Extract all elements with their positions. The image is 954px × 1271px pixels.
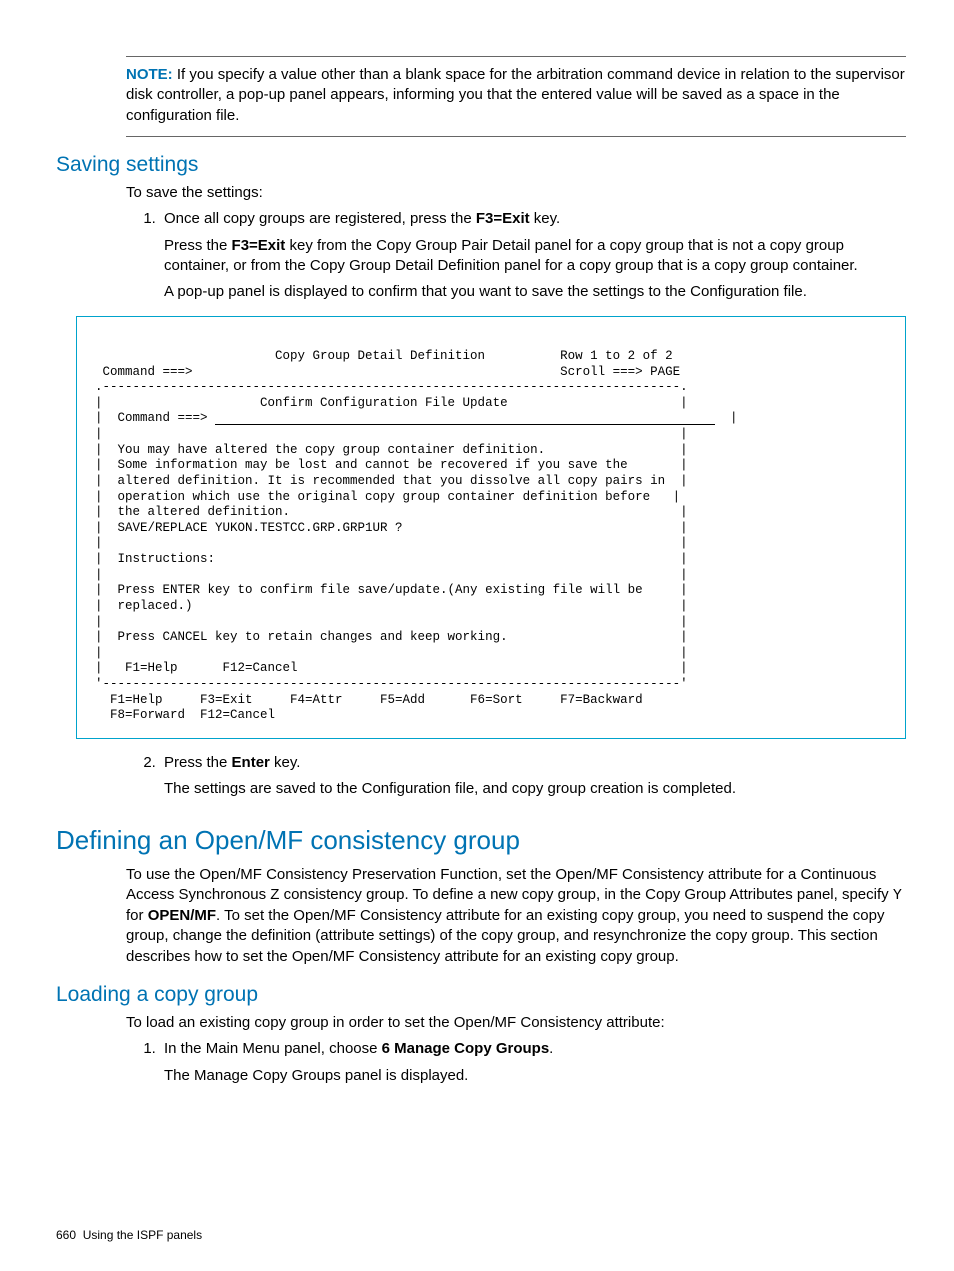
loading-steps-list: In the Main Menu panel, choose 6 Manage …	[126, 1039, 906, 1059]
term-popup-title: | Confirm Configuration File Update |	[95, 396, 688, 410]
note-box: NOTE: If you specify a value other than …	[126, 56, 906, 137]
key-f3-exit: F3=Exit	[232, 237, 286, 254]
note-label: NOTE:	[126, 66, 173, 83]
term-border-top: .---------------------------------------…	[95, 380, 688, 394]
heading-defining-openmf: Defining an Open/MF consistency group	[56, 823, 906, 858]
term-popup-cmd: | Command ===> |	[95, 411, 738, 425]
saving-step2-sub: The settings are saved to the Configurat…	[164, 779, 906, 799]
key-f3-exit: F3=Exit	[476, 210, 530, 227]
terminal-panel: Copy Group Detail Definition Row 1 to 2 …	[76, 316, 906, 739]
heading-saving-settings: Saving settings	[56, 151, 906, 179]
loading-step-1: In the Main Menu panel, choose 6 Manage …	[160, 1039, 906, 1059]
key-enter: Enter	[232, 754, 270, 771]
saving-steps-list: Once all copy groups are registered, pre…	[126, 209, 906, 229]
page-number: 660	[56, 1228, 76, 1242]
saving-step-2: Press the Enter key.	[160, 753, 906, 773]
note-text: If you specify a value other than a blan…	[126, 66, 905, 124]
saving-step1-sub1: Press the F3=Exit key from the Copy Grou…	[164, 236, 906, 277]
page-footer: 660 Using the ISPF panels	[56, 1227, 202, 1243]
saving-steps-list-2: Press the Enter key.	[126, 753, 906, 773]
term-border-bot: '---------------------------------------…	[95, 677, 688, 691]
value-y: Y	[893, 887, 902, 904]
menu-6-manage-copy-groups: 6 Manage Copy Groups	[382, 1040, 550, 1057]
heading-loading-copy-group: Loading a copy group	[56, 981, 906, 1009]
saving-intro: To save the settings:	[126, 183, 906, 203]
defining-para: To use the Open/MF Consistency Preservat…	[126, 865, 906, 967]
saving-step1-sub2: A pop-up panel is displayed to confirm t…	[164, 282, 906, 302]
field-openmf: OPEN/MF	[148, 907, 216, 924]
term-cmd: Command ===> Scroll ===> PAGE	[95, 365, 680, 379]
term-fkeys-2: F8=Forward F12=Cancel	[95, 708, 275, 722]
saving-step-1: Once all copy groups are registered, pre…	[160, 209, 906, 229]
loading-step1-sub: The Manage Copy Groups panel is displaye…	[164, 1066, 906, 1086]
term-title: Copy Group Detail Definition Row 1 to 2 …	[95, 349, 673, 363]
term-fkeys-1: F1=Help F3=Exit F4=Attr F5=Add F6=Sort F…	[95, 693, 643, 707]
command-input-line	[215, 424, 715, 425]
footer-title: Using the ISPF panels	[83, 1228, 202, 1242]
loading-intro: To load an existing copy group in order …	[126, 1013, 906, 1033]
